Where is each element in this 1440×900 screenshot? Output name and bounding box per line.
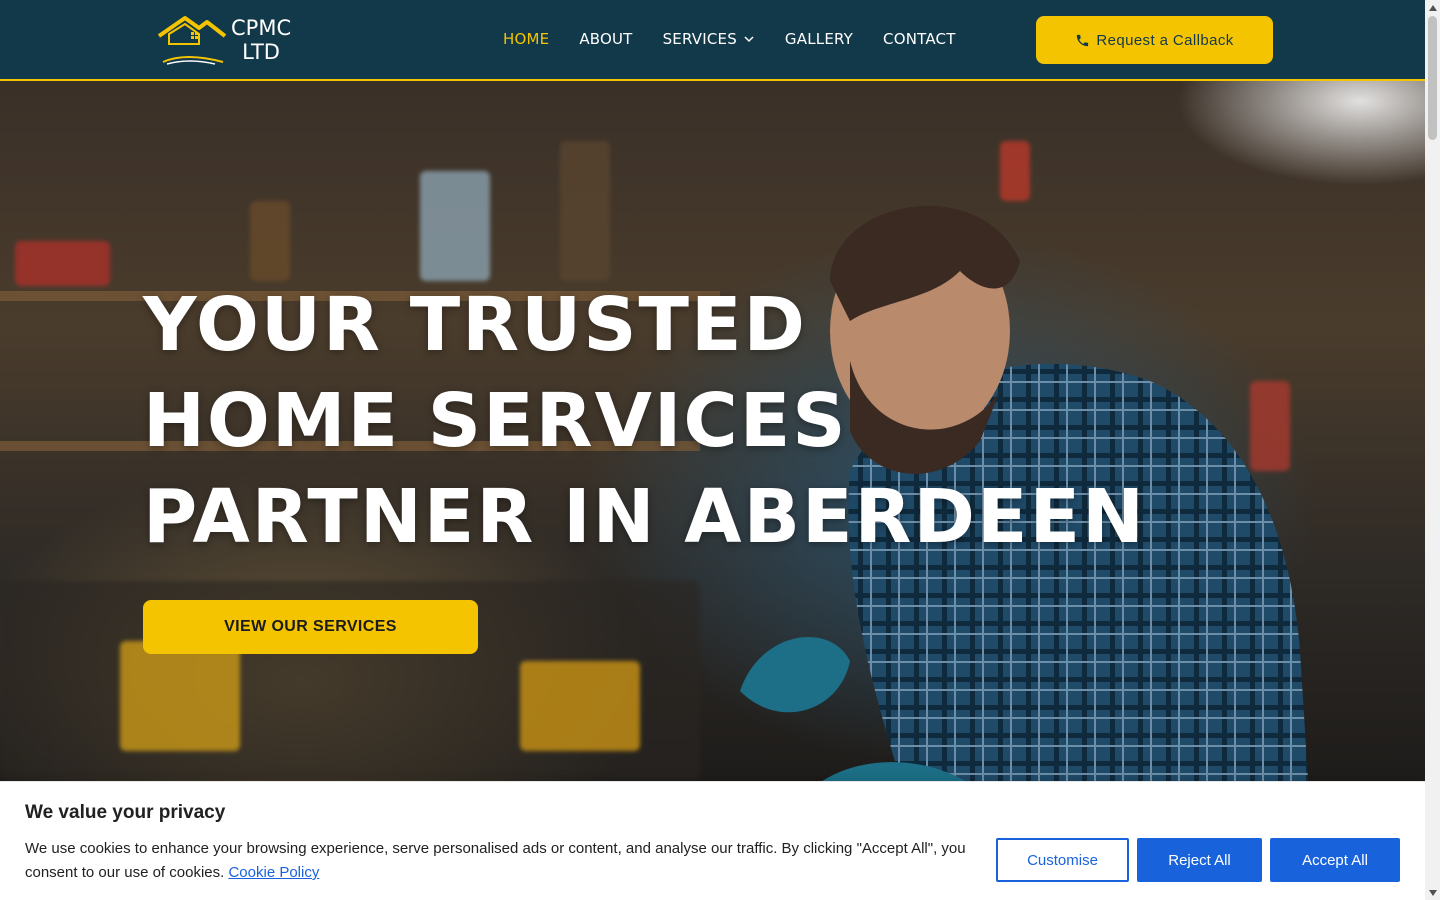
nav-services[interactable]: SERVICES [663,30,755,48]
background-machine [120,641,240,751]
cookie-text: We use cookies to enhance your browsing … [25,837,985,885]
nav-about[interactable]: ABOUT [579,30,632,48]
hero-title-line: HOME SERVICES [143,378,848,464]
house-logo-icon [157,16,227,65]
hero-title: YOUR TRUSTED HOME SERVICES PARTNER IN AB… [143,277,1146,565]
background-jar [420,171,490,281]
logo-text: CPMC LTD [231,16,291,64]
hero-title-line: PARTNER IN ABERDEEN [143,474,1146,560]
logo-line-2: LTD [242,40,280,64]
background-machine [520,661,640,751]
phone-icon [1077,34,1089,46]
request-callback-button[interactable]: Request a Callback [1036,16,1273,64]
background-tool [560,141,610,281]
logo[interactable]: CPMC LTD [155,12,305,68]
scrollbar-thumb[interactable] [1428,16,1437,140]
chevron-down-icon [744,36,754,43]
nav-services-label: SERVICES [662,30,737,48]
nav-home[interactable]: HOME [503,30,549,48]
cookie-banner: We value your privacy We use cookies to … [0,781,1425,900]
cookie-title: We value your privacy [25,802,226,823]
scroll-down-arrow-icon[interactable] [1425,885,1440,900]
nav-gallery[interactable]: GALLERY [785,30,853,48]
reject-all-button[interactable]: Reject All [1137,838,1262,882]
request-callback-label: Request a Callback [1096,31,1234,49]
hero-section: YOUR TRUSTED HOME SERVICES PARTNER IN AB… [0,81,1425,781]
scroll-up-arrow-icon[interactable] [1425,0,1440,15]
view-services-button[interactable]: VIEW OUR SERVICES [143,600,478,654]
cookie-policy-link[interactable]: Cookie Policy [228,864,319,881]
cookie-description: We use cookies to enhance your browsing … [25,840,966,881]
site-header: CPMC LTD HOME ABOUT SERVICES GALLERY CON… [0,0,1425,81]
hero-title-line: YOUR TRUSTED [143,282,807,368]
customise-button[interactable]: Customise [996,838,1129,882]
accept-all-button[interactable]: Accept All [1270,838,1400,882]
page-scrollbar[interactable] [1425,0,1440,900]
background-toolbox [15,241,110,286]
background-tool [250,201,290,281]
logo-line-1: CPMC [231,16,292,40]
main-nav: HOME ABOUT SERVICES GALLERY CONTACT [503,30,956,48]
nav-contact[interactable]: CONTACT [883,30,956,48]
